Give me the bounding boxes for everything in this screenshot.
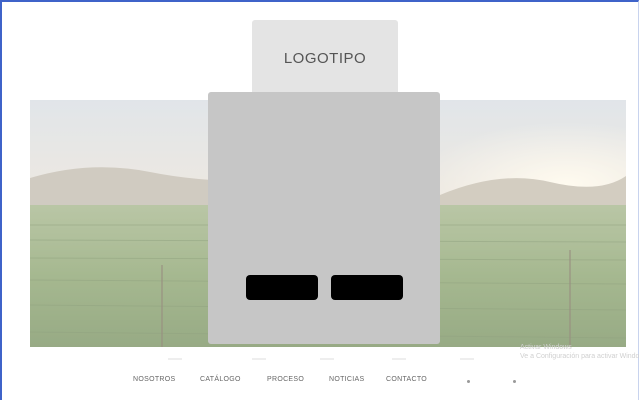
nav-item-proceso[interactable]: PROCESO xyxy=(267,376,304,383)
modal-secondary-button[interactable] xyxy=(331,275,403,300)
main-navigation: NOSOTROS CATÁLOGO PROCESO NOTICIAS CONTA… xyxy=(0,376,639,390)
modal-dialog xyxy=(208,92,440,344)
watermark-line-1: Activar Windows xyxy=(520,344,572,351)
nav-item-noticias[interactable]: NOTICIAS xyxy=(329,376,364,383)
logo-placeholder[interactable]: LOGOTIPO xyxy=(252,20,398,96)
dot-icon[interactable] xyxy=(513,380,516,383)
modal-primary-button[interactable] xyxy=(246,275,318,300)
nav-item-catalogo[interactable]: CATÁLOGO xyxy=(200,376,241,383)
watermark-line-2: Ve a Configuración para activar Windows. xyxy=(520,353,639,360)
nav-item-nosotros[interactable]: NOSOTROS xyxy=(133,376,175,383)
logo-text: LOGOTIPO xyxy=(283,49,367,67)
decorative-marks xyxy=(160,358,480,364)
dot-icon[interactable] xyxy=(467,380,470,383)
nav-item-contacto[interactable]: CONTACTO xyxy=(386,376,427,383)
windows-activation-watermark: Activar Windows Ve a Configuración para … xyxy=(520,343,639,361)
